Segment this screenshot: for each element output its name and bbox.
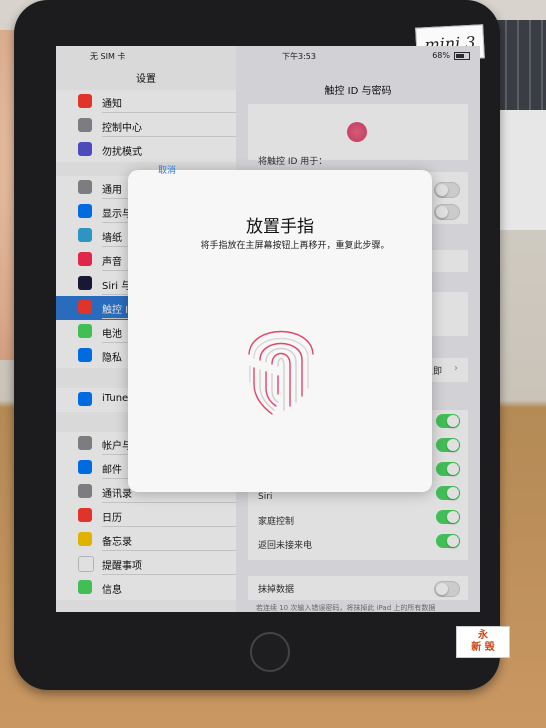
screen: 设置 通知 控制中心 勿扰模式 通用 显示与 墙纸 声音 Siri 与触控 ID 电池 隐私 iTu… — [56, 46, 480, 612]
ipad-device: mini 3 永 新 毁 设置 通知 控制中心 勿扰模式 通用 显示与 墙纸 声音 Siri … — [14, 0, 510, 690]
cancel-button[interactable]: 取消 — [158, 163, 176, 176]
shop-sticker: 永 新 毁 — [456, 626, 510, 658]
shop-sticker-line2: 新 毁 — [471, 642, 495, 653]
home-button[interactable] — [250, 632, 290, 672]
keyboard-background — [495, 20, 546, 110]
dialog-message: 将手指放在主屏幕按钮上再移开，重复此步骤。 — [200, 241, 390, 251]
shop-sticker-line1: 永 — [478, 630, 488, 641]
fingerprint-icon — [248, 330, 314, 415]
desk-item — [495, 110, 546, 230]
dialog-title: 放置手指 — [246, 217, 314, 237]
enroll-fingerprint-dialog: 取消 放置手指 将手指放在主屏幕按钮上再移开，重复此步骤。 — [128, 166, 432, 492]
